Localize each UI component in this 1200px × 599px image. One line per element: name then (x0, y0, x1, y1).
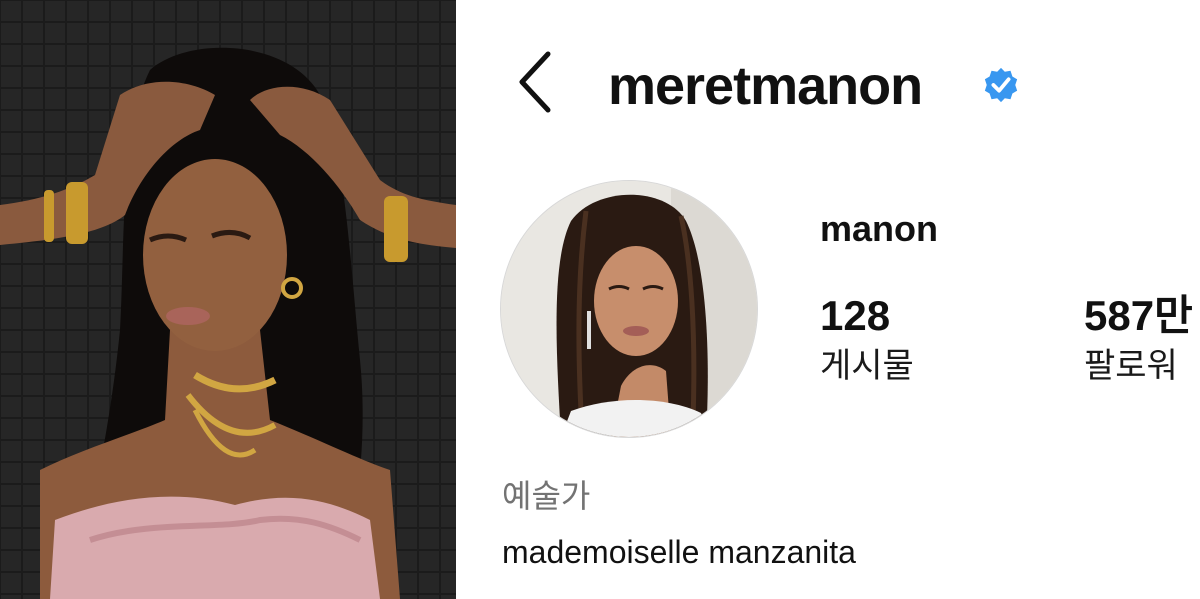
posts-count: 128 (820, 292, 891, 339)
avatar-image (501, 181, 757, 437)
back-button[interactable] (514, 50, 558, 114)
profile-handle: meretmanon (608, 56, 923, 116)
profile-avatar[interactable] (500, 180, 758, 438)
chevron-left-icon (519, 51, 551, 113)
profile-bio: mademoiselle manzanita (502, 534, 856, 570)
photo-illustration (0, 0, 456, 599)
display-name: manon (820, 208, 939, 249)
followers-stat[interactable]: 587만 팔로워 (1084, 292, 1193, 386)
posts-label: 게시물 (820, 347, 914, 385)
followers-label: 팔로워 (1084, 347, 1178, 385)
feature-photo (0, 0, 456, 599)
profile-panel: meretmanon manon 128 게시물 587만 팔로워 예술가 ma… (456, 0, 1200, 599)
verified-badge-icon (984, 67, 1018, 103)
posts-stat[interactable]: 128 게시물 (820, 292, 914, 386)
profile-category: 예술가 (502, 478, 591, 514)
followers-count: 587만 (1084, 292, 1193, 339)
